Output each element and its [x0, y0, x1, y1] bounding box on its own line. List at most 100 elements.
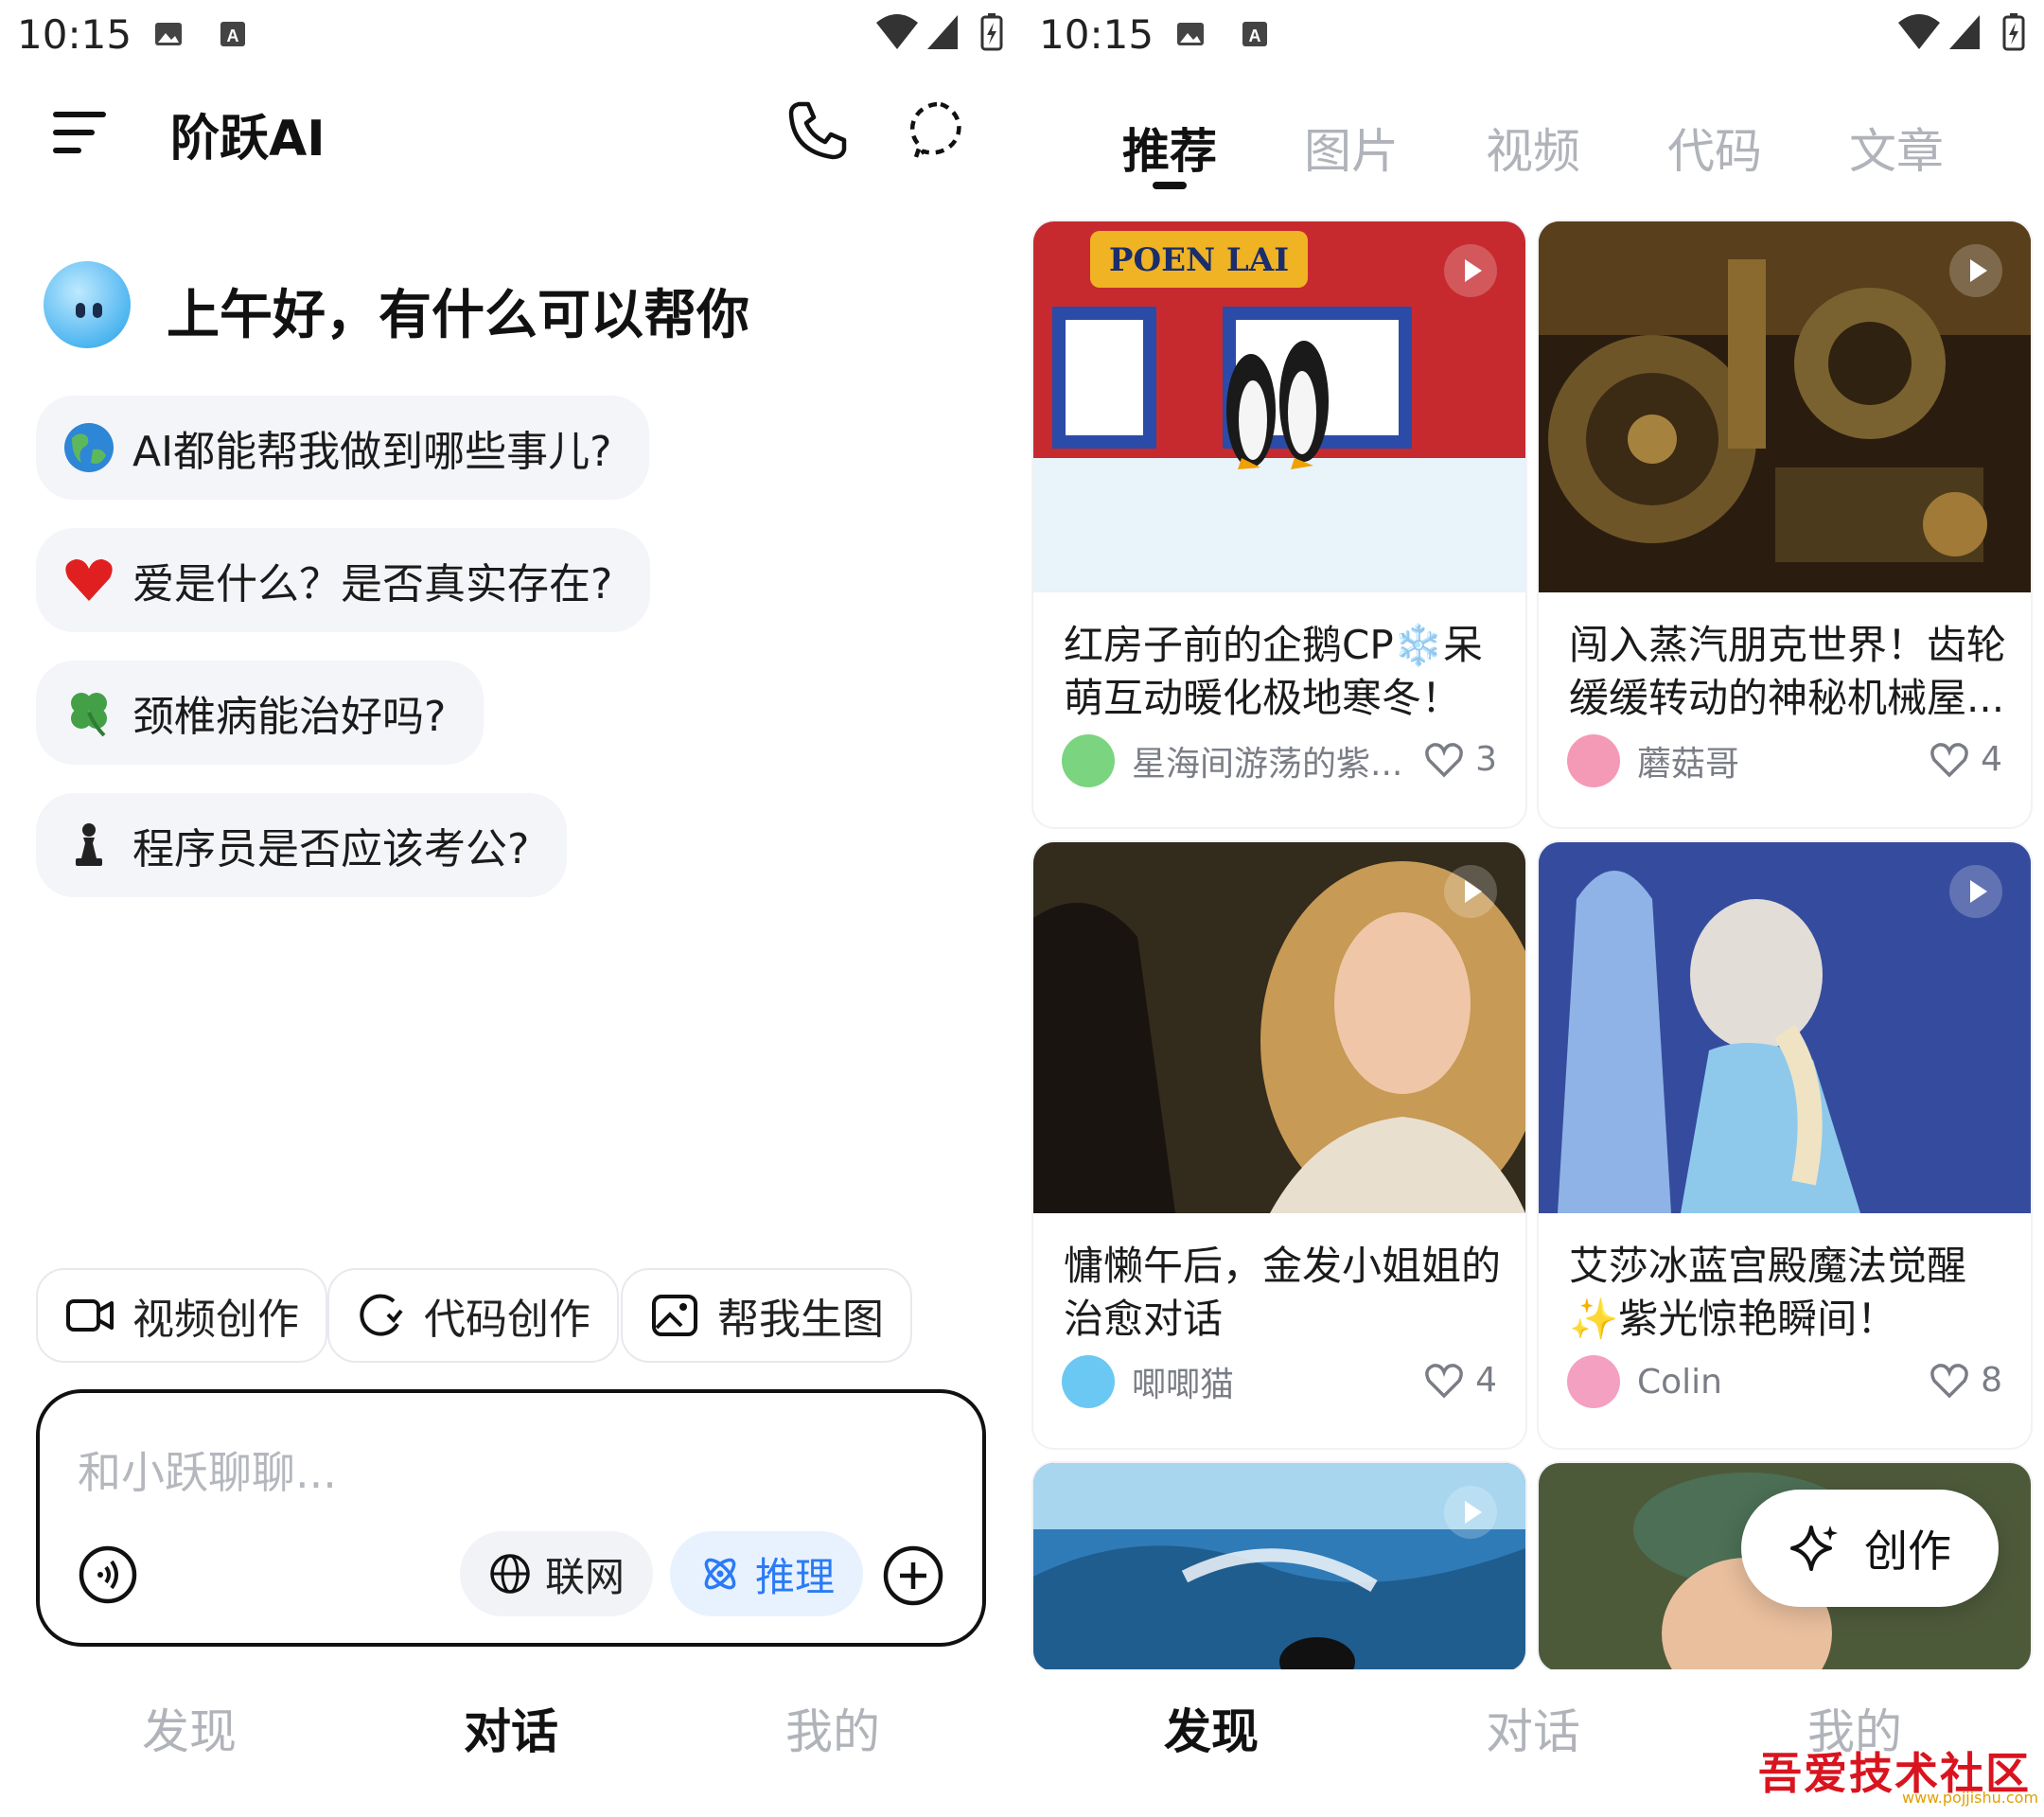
- like-count: 3: [1475, 740, 1497, 779]
- reasoning-toggle[interactable]: 推理: [670, 1531, 864, 1616]
- tab-articles[interactable]: 文章: [1821, 114, 1972, 182]
- chess-pawn-icon: [76, 823, 102, 866]
- atom-icon: [704, 1558, 736, 1590]
- author-name: 蘑菇哥: [1637, 745, 1740, 784]
- sparkle-icon: [1790, 1526, 1838, 1571]
- video-camera-icon: [66, 1299, 114, 1332]
- feed-card[interactable]: 慵懒午后，金发小姐姐的治愈对话 唧唧猫 4: [1033, 842, 1525, 1448]
- heart-outline-icon: [1425, 1363, 1463, 1398]
- tab-recommend[interactable]: 推荐: [1094, 114, 1245, 182]
- chip-label: 代码创作: [424, 1296, 590, 1344]
- chat-input-box[interactable]: 和小跃聊聊... 联网 推理: [36, 1389, 986, 1647]
- web-search-toggle[interactable]: 联网: [460, 1531, 654, 1616]
- author-name: 星海间游荡的紫...: [1132, 745, 1403, 784]
- play-icon: [1444, 244, 1497, 297]
- nav-chat[interactable]: 对话: [1438, 1694, 1628, 1762]
- status-time: 10:15: [17, 11, 132, 58]
- svg-text:A: A: [1249, 26, 1261, 45]
- nav-chat[interactable]: 对话: [416, 1694, 606, 1762]
- image-icon: [652, 1295, 697, 1336]
- active-tab-indicator: [1153, 182, 1187, 189]
- feed-card[interactable]: POEN LAI 红房子前的企鹅CP❄️呆萌互动暖化极地寒冬！ 星海间游荡的紫.…: [1033, 221, 1525, 827]
- card-author[interactable]: 星海间游荡的紫...: [1062, 734, 1402, 787]
- chat-screen: 10:15 A 阶跃AI 上午好，有什么可以帮你 AI都能帮我做到哪些事儿? 爱…: [0, 0, 1022, 1817]
- signal-icon: [1949, 15, 1980, 49]
- tab-videos[interactable]: 视频: [1457, 114, 1609, 182]
- feed-card[interactable]: 艾莎冰蓝宫殿魔法觉醒✨紫光惊艳瞬间！ Colin 8: [1539, 842, 2031, 1448]
- feed-card[interactable]: [1033, 1463, 1525, 1671]
- greeting-text: 上午好，有什么可以帮你: [167, 285, 749, 346]
- play-icon: [1949, 865, 2002, 918]
- like-count: 4: [1981, 740, 2002, 779]
- code-sparkle-icon: [360, 1294, 403, 1336]
- battery-icon: [980, 13, 1003, 51]
- author-avatar: [1567, 734, 1620, 787]
- add-attachment-icon[interactable]: [882, 1544, 944, 1607]
- code-create-chip[interactable]: 代码创作: [327, 1268, 619, 1363]
- heart-outline-icon: [1425, 742, 1463, 777]
- nav-discover[interactable]: 发现: [1117, 1694, 1306, 1762]
- status-time: 10:15: [1039, 11, 1154, 58]
- image-notification-icon: [155, 23, 182, 45]
- card-title: 闯入蒸汽朋克世界！齿轮缓缓转动的神秘机械屋...: [1569, 622, 2007, 721]
- voice-input-icon[interactable]: [78, 1544, 138, 1605]
- suggestion-item[interactable]: 颈椎病能治好吗?: [36, 661, 485, 765]
- suggestion-item[interactable]: 程序员是否应该考公?: [36, 793, 568, 897]
- author-name: Colin: [1637, 1362, 1722, 1402]
- play-icon: [1444, 1486, 1497, 1539]
- chip-label: 视频创作: [132, 1296, 299, 1344]
- author-avatar: [1062, 1355, 1115, 1408]
- new-chat-icon[interactable]: [908, 98, 973, 163]
- menu-icon[interactable]: [51, 106, 108, 159]
- like-button[interactable]: 3: [1424, 740, 1497, 779]
- card-title: 红房子前的企鹅CP❄️呆萌互动暖化极地寒冬！: [1064, 622, 1483, 721]
- chip-label: 帮我生图: [717, 1296, 884, 1344]
- globe-outline-icon: [490, 1554, 530, 1594]
- globe-icon: [64, 423, 114, 472]
- author-avatar: [1062, 734, 1115, 787]
- like-count: 4: [1475, 1361, 1497, 1400]
- heart-icon: [65, 559, 113, 601]
- card-title: 艾莎冰蓝宫殿魔法觉醒✨紫光惊艳瞬间！: [1569, 1243, 1967, 1342]
- card-author[interactable]: 唧唧猫: [1062, 1355, 1234, 1408]
- suggestion-text: 爱是什么？是否真实存在?: [132, 560, 613, 609]
- app-title: 阶跃AI: [170, 111, 326, 168]
- status-bar: 10:15 A: [1022, 0, 2044, 68]
- video-create-chip[interactable]: 视频创作: [36, 1268, 327, 1363]
- like-button[interactable]: 4: [1424, 1361, 1497, 1400]
- chat-input-placeholder[interactable]: 和小跃聊聊...: [78, 1438, 337, 1501]
- signal-icon: [927, 15, 958, 49]
- suggestion-text: 颈椎病能治好吗?: [132, 693, 447, 741]
- card-author[interactable]: 蘑菇哥: [1567, 734, 1739, 787]
- image-notification-icon: [1177, 23, 1204, 45]
- assistant-avatar: [44, 261, 131, 348]
- watermark-url: www.pojjishu.com: [1902, 1789, 2039, 1807]
- create-button-label: 创作: [1864, 1526, 1951, 1577]
- battery-icon: [2002, 13, 2025, 51]
- suggestion-item[interactable]: AI都能帮我做到哪些事儿?: [36, 396, 650, 500]
- card-author[interactable]: Colin: [1567, 1355, 1722, 1408]
- font-notification-icon: A: [220, 22, 245, 46]
- like-button[interactable]: 4: [1929, 740, 2002, 779]
- like-button[interactable]: 8: [1929, 1361, 2002, 1400]
- nav-discover[interactable]: 发现: [95, 1694, 284, 1762]
- reasoning-label: 推理: [755, 1553, 836, 1600]
- tab-code[interactable]: 代码: [1639, 114, 1790, 182]
- card-title: 慵懒午后，金发小姐姐的治愈对话: [1064, 1243, 1502, 1342]
- like-count: 8: [1981, 1361, 2002, 1400]
- tab-images[interactable]: 图片: [1276, 114, 1427, 182]
- image-create-chip[interactable]: 帮我生图: [621, 1268, 912, 1363]
- create-button[interactable]: 创作: [1741, 1490, 1999, 1607]
- nav-mine[interactable]: 我的: [738, 1694, 927, 1762]
- clover-icon: [71, 693, 107, 737]
- suggestion-text: 程序员是否应该考公?: [132, 825, 530, 873]
- wifi-icon: [1898, 14, 1940, 49]
- suggestion-text: AI都能帮我做到哪些事儿?: [132, 428, 612, 476]
- feed-card[interactable]: 闯入蒸汽朋克世界！齿轮缓缓转动的神秘机械屋... 蘑菇哥 4: [1539, 221, 2031, 827]
- author-avatar: [1567, 1355, 1620, 1408]
- web-search-label: 联网: [545, 1553, 626, 1600]
- phone-call-icon[interactable]: [785, 98, 850, 163]
- heart-outline-icon: [1930, 742, 1968, 777]
- font-notification-icon: A: [1242, 22, 1267, 46]
- suggestion-item[interactable]: 爱是什么？是否真实存在?: [36, 528, 651, 632]
